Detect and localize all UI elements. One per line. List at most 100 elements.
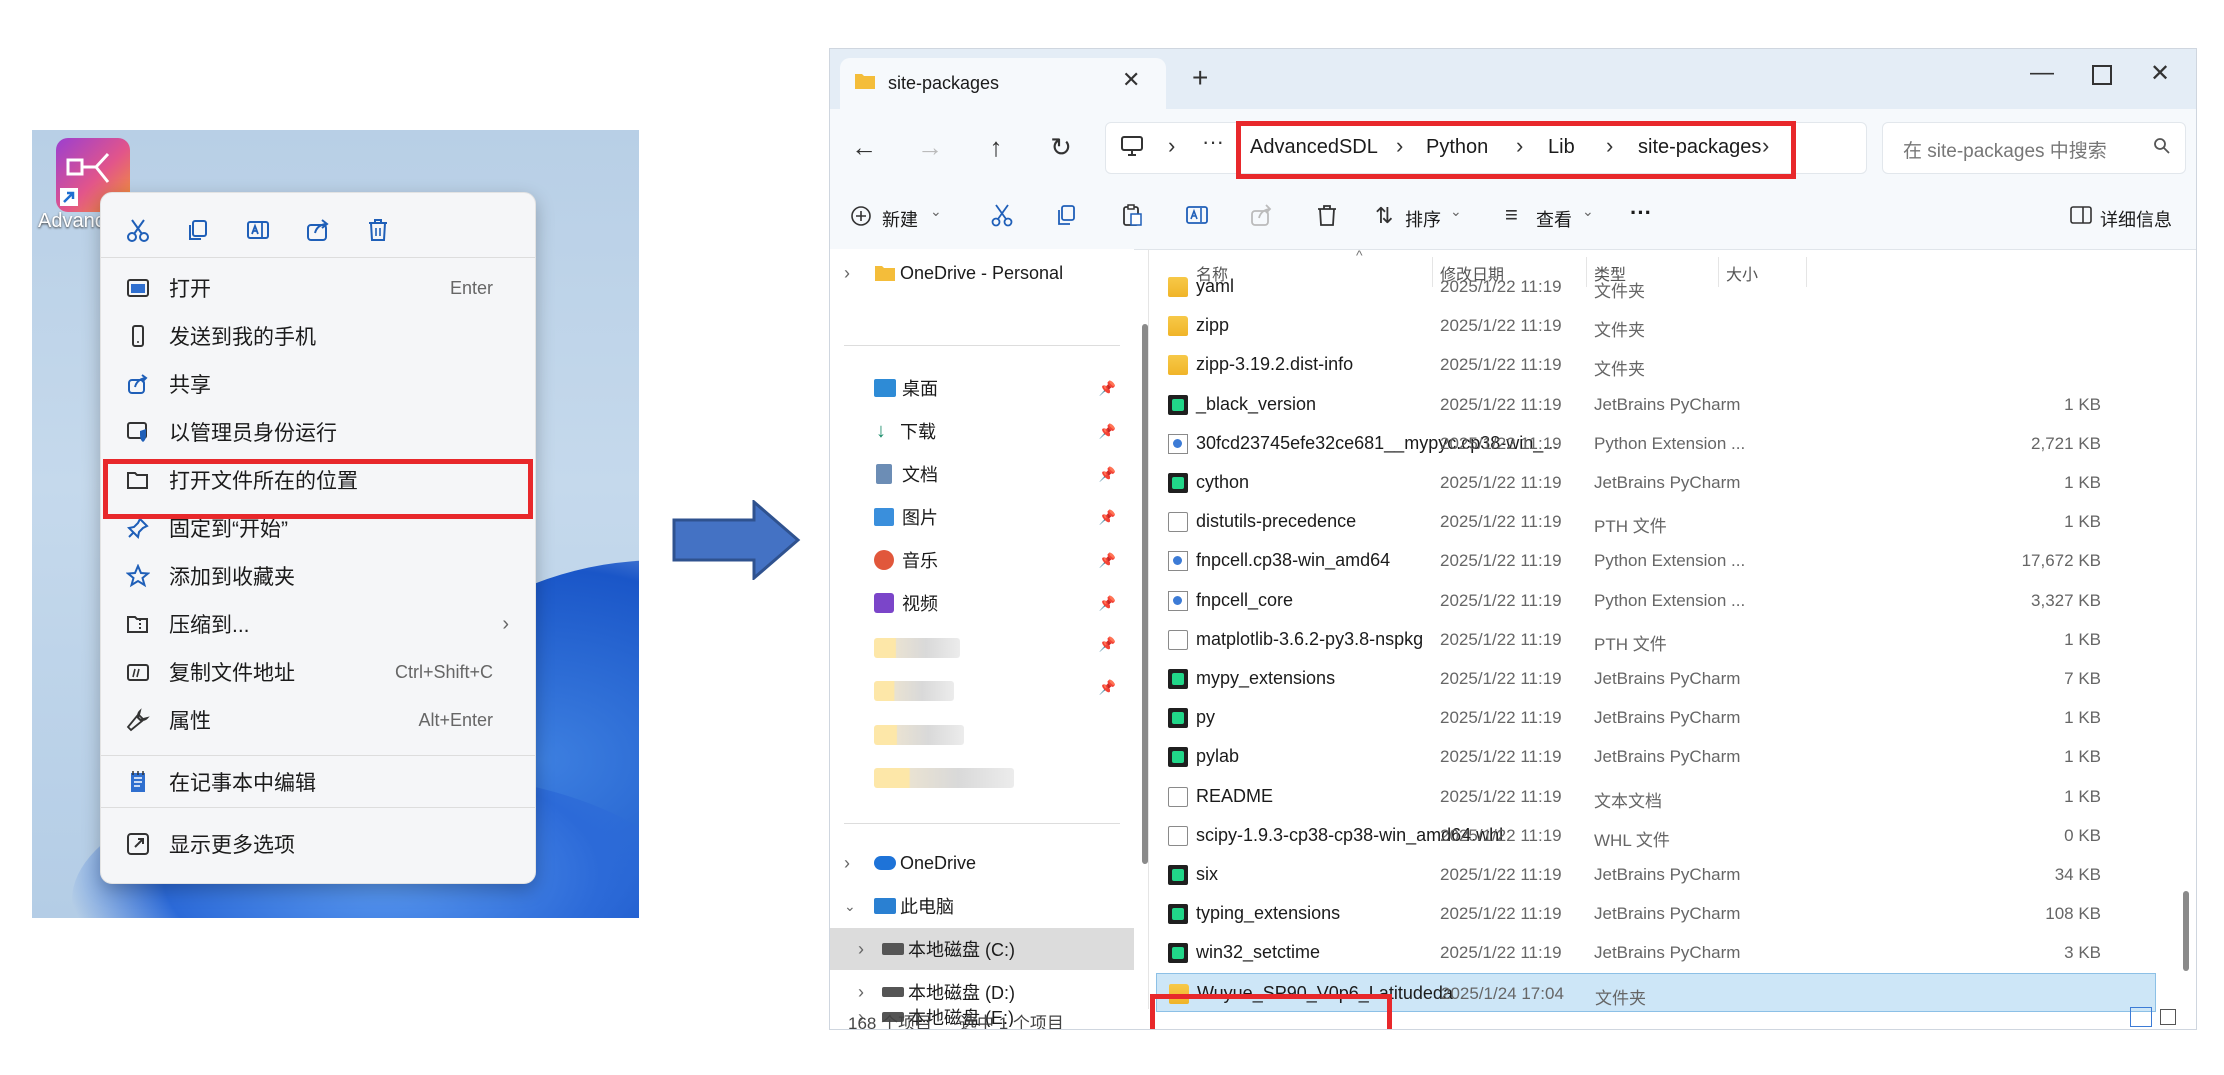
menu-item-show-more[interactable]: 显示更多选项 xyxy=(105,821,531,867)
search-input[interactable]: 在 site-packages 中搜索 xyxy=(1903,136,2107,163)
highlight-box xyxy=(103,459,533,519)
nav-desktop[interactable]: 桌面 📌 xyxy=(830,367,1134,409)
chevron-down-icon: ⌄ xyxy=(1582,203,1594,219)
file-date: 2025/1/22 11:19 xyxy=(1440,747,1562,767)
pin-icon: 📌 xyxy=(1098,636,1116,652)
drive-icon xyxy=(882,987,904,997)
file-name: zipp-3.19.2.dist-info xyxy=(1196,354,1354,375)
file-name: mypy_extensions xyxy=(1196,668,1336,688)
menu-item-share[interactable]: 共享 xyxy=(105,361,531,407)
nav-pictures[interactable]: 图片 📌 xyxy=(830,496,1134,538)
file-row[interactable]: _black_version 2025/1/22 11:19 JetBrains P… xyxy=(1156,385,2156,424)
search-box[interactable]: 在 site-packages 中搜索 xyxy=(1882,122,2186,174)
paste-icon[interactable] xyxy=(1120,203,1144,232)
up-button[interactable]: ↑ xyxy=(980,131,1012,163)
file-row[interactable]: yaml 2025/1/22 11:19 文件夹 xyxy=(1156,267,2156,306)
share-icon[interactable] xyxy=(1250,203,1274,232)
file-scrollbar[interactable] xyxy=(2183,891,2189,971)
menu-item-edit-notepad[interactable]: 在记事本中编辑 xyxy=(105,759,531,805)
minimize-button[interactable]: — xyxy=(2030,59,2054,87)
file-date: 2025/1/22 11:19 xyxy=(1440,473,1562,492)
file-type: JetBrains PyCharm xyxy=(1594,669,1741,688)
file-size: 1 KB xyxy=(2064,629,2101,649)
file-row[interactable]: pylab 2025/1/22 11:19 JetBrains PyCharm 1 K… xyxy=(1156,737,2156,776)
file-row[interactable]: 30fcd23745efe32ce681__mypyc.cp38-win_...… xyxy=(1156,424,2156,463)
file-row[interactable]: win32_setctime 2025/1/22 11:19 JetBrains P… xyxy=(1156,933,2156,972)
download-icon: ↓ xyxy=(876,419,886,442)
menu-item-send-to-phone[interactable]: 发送到我的手机 xyxy=(105,313,531,359)
share-tool-icon[interactable] xyxy=(301,213,335,247)
file-size: 1 KB xyxy=(2064,708,2101,728)
delete-icon[interactable] xyxy=(361,213,395,247)
context-divider xyxy=(101,257,535,258)
shield-icon xyxy=(123,421,153,443)
nav-onedrive-personal[interactable]: › OneDrive - Personal xyxy=(830,252,1134,294)
sort-button[interactable]: 排序 xyxy=(1405,206,1441,232)
menu-item-compress[interactable]: 压缩到... › xyxy=(105,601,531,647)
file-row[interactable]: fnpcell_core 2025/1/22 11:19 Python Extens… xyxy=(1156,581,2156,620)
pycharm-file-icon xyxy=(1168,747,1188,768)
menu-item-copy-path[interactable]: 复制文件地址 Ctrl+Shift+C xyxy=(105,649,531,695)
file-size: 108 KB xyxy=(2045,904,2101,924)
copy-icon[interactable] xyxy=(181,213,215,247)
file-date: 2025/1/24 17:04 xyxy=(1441,983,1564,1003)
file-row[interactable]: zipp 2025/1/22 11:19 文件夹 xyxy=(1156,306,2156,345)
file-row[interactable]: zipp-3.19.2.dist-info 2025/1/22 11:19 文件夹 xyxy=(1156,345,2156,384)
delete-icon[interactable] xyxy=(1315,203,1339,232)
menu-item-run-as-admin[interactable]: 以管理员身份运行 xyxy=(105,409,531,455)
file-row[interactable]: scipy-1.9.3-cp38-cp38-win_amd64.whl 2025/… xyxy=(1156,816,2156,855)
nav-downloads[interactable]: ↓ 下载 📌 xyxy=(830,410,1134,452)
thumbnail-view-icon[interactable] xyxy=(2160,1009,2176,1025)
file-type: JetBrains PyCharm xyxy=(1594,747,1741,767)
new-tab-button[interactable]: + xyxy=(1192,62,1208,94)
nav-documents[interactable]: 文档 📌 xyxy=(830,453,1134,495)
file-row[interactable]: README 2025/1/22 11:19 文本文档 1 KB xyxy=(1156,777,2156,816)
menu-item-open[interactable]: 打开 Enter xyxy=(105,265,531,311)
nav-videos[interactable]: 视频 📌 xyxy=(830,582,1134,624)
file-date: 2025/1/22 11:19 xyxy=(1440,512,1562,532)
python-extension-icon xyxy=(1168,590,1188,611)
nav-onedrive[interactable]: › OneDrive xyxy=(830,842,1134,884)
file-size: 7 KB xyxy=(2064,669,2101,688)
file-row[interactable]: typing_extensions 2025/1/22 11:19 JetBrain… xyxy=(1156,894,2156,933)
close-tab-icon[interactable]: ✕ xyxy=(1122,67,1140,93)
pycharm-file-icon xyxy=(1168,865,1188,885)
back-button[interactable]: ← xyxy=(848,131,880,163)
cut-icon[interactable] xyxy=(121,213,155,247)
menu-item-properties[interactable]: 属性 Alt+Enter xyxy=(105,697,531,743)
file-row[interactable]: mypy_extensions 2025/1/22 11:19 JetBrains … xyxy=(1156,659,2156,698)
more-commands-button[interactable]: ··· xyxy=(1630,200,1652,226)
tab-site-packages[interactable]: site-packages ✕ xyxy=(840,58,1166,109)
python-extension-icon xyxy=(1168,433,1188,454)
file-row[interactable]: cython 2025/1/22 11:19 JetBrains PyCharm 1 … xyxy=(1156,463,2156,502)
file-name: zipp xyxy=(1196,315,1230,336)
pycharm-file-icon xyxy=(1168,904,1188,925)
new-icon xyxy=(850,205,872,232)
file-row[interactable]: distutils-precedence 2025/1/22 11:19 PTH 文… xyxy=(1156,502,2156,541)
rename-icon[interactable] xyxy=(1185,203,1209,232)
nav-this-pc[interactable]: ⌄ 此电脑 xyxy=(830,885,1134,927)
details-button[interactable]: 详细信息 xyxy=(2100,206,2172,232)
nav-drive-c[interactable]: › 本地磁盘 (C:) xyxy=(830,928,1134,970)
more-path-button[interactable]: ··· xyxy=(1202,129,1224,155)
blurred-item xyxy=(874,681,954,701)
refresh-button[interactable]: ↻ xyxy=(1045,131,1077,163)
details-view-icon[interactable] xyxy=(2130,1007,2152,1027)
file-row[interactable]: py 2025/1/22 11:19 JetBrains PyCharm 1 KB xyxy=(1156,698,2156,737)
nav-music[interactable]: 音乐 📌 xyxy=(830,539,1134,581)
new-button[interactable]: 新建 xyxy=(882,206,918,232)
file-row[interactable]: matplotlib-3.6.2-py3.8-nspkg 2025/1/22 11… xyxy=(1156,620,2156,659)
file-row[interactable]: six 2025/1/22 11:19 JetBrains PyCharm 34 KB xyxy=(1156,855,2156,894)
item-count: 168 个项目 xyxy=(848,1014,933,1030)
menu-item-add-favorite[interactable]: 添加到收藏夹 xyxy=(105,553,531,599)
close-window-button[interactable]: ✕ xyxy=(2150,59,2170,88)
file-type: 文件夹 xyxy=(1595,988,1646,1008)
address-bar[interactable]: › ··· AdvancedSDL › Python › Lib › site-… xyxy=(1105,121,1867,179)
view-button[interactable]: 查看 xyxy=(1536,206,1572,232)
rename-icon[interactable] xyxy=(241,213,275,247)
cut-icon[interactable] xyxy=(990,203,1014,232)
file-row[interactable]: fnpcell.cp38-win_amd64 2025/1/22 11:19 Pyt… xyxy=(1156,541,2156,580)
copy-icon[interactable] xyxy=(1055,203,1079,232)
maximize-button[interactable] xyxy=(2092,65,2112,85)
forward-button[interactable]: → xyxy=(914,131,946,163)
